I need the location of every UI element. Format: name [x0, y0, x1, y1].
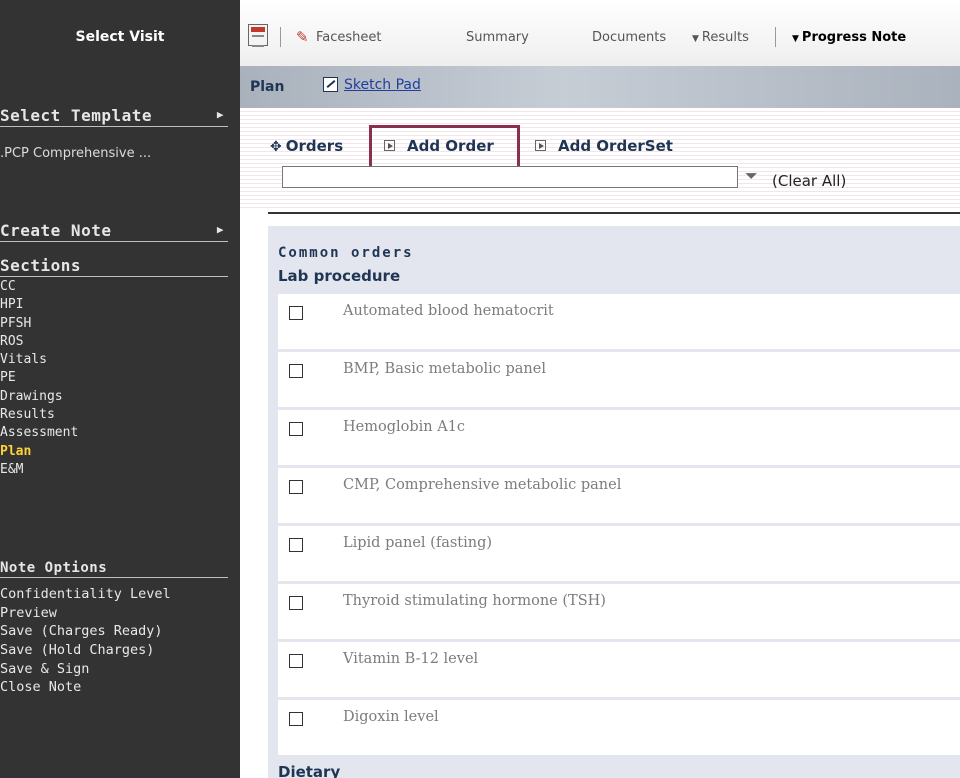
pencil-icon: ✎ [296, 28, 309, 46]
order-row: Hemoglobin A1c [278, 410, 960, 465]
create-note-menu[interactable]: Create Note ▶ [0, 221, 228, 242]
sketch-pad-icon[interactable] [323, 77, 338, 92]
plan-title: Plan [250, 79, 285, 95]
plan-header-bar: Plan Sketch Pad [240, 66, 960, 108]
order-checkbox[interactable] [289, 422, 303, 436]
order-label: Lipid panel (fasting) [343, 535, 493, 551]
order-label: Thyroid stimulating hormone (TSH) [343, 593, 606, 609]
lined-background [240, 108, 960, 208]
dietary-heading: Dietary [278, 763, 341, 778]
select-template-label: Select Template [0, 106, 152, 125]
section-results[interactable]: Results [0, 406, 228, 424]
order-checkbox[interactable] [289, 364, 303, 378]
order-row: Digoxin level [278, 700, 960, 755]
order-row: Lipid panel (fasting) [278, 526, 960, 581]
create-note-label: Create Note [0, 221, 112, 240]
caret-down-icon: ▼ [792, 34, 799, 44]
section-ros[interactable]: ROS [0, 333, 228, 351]
common-orders-panel: Common orders Lab procedure Automated bl… [268, 226, 960, 778]
order-checkbox[interactable] [289, 712, 303, 726]
right-triangle-icon: ▶ [216, 108, 224, 121]
order-label: Hemoglobin A1c [343, 419, 466, 435]
play-box-icon [535, 140, 546, 151]
order-row: Vitamin B-12 level [278, 642, 960, 697]
tab-results-label: Results [701, 30, 749, 45]
select-visit-button[interactable]: Select Visit [0, 29, 240, 45]
section-pe[interactable]: PE [0, 369, 228, 387]
order-label: Vitamin B-12 level [343, 651, 479, 667]
tab-progress-note[interactable]: ▼ Progress Note [792, 30, 906, 45]
section-em[interactable]: E&M [0, 461, 228, 479]
section-vitals[interactable]: Vitals [0, 351, 228, 369]
calendar-document-icon[interactable] [248, 24, 268, 47]
order-checkbox[interactable] [289, 654, 303, 668]
order-checkbox[interactable] [289, 538, 303, 552]
order-list: Automated blood hematocrit BMP, Basic me… [278, 294, 960, 758]
section-plan[interactable]: Plan [0, 443, 228, 461]
add-orderset-button[interactable]: Add OrderSet [535, 137, 673, 155]
tab-facesheet[interactable]: Facesheet [316, 30, 382, 45]
order-row: Automated blood hematocrit [278, 294, 960, 349]
toolbar-divider [775, 27, 776, 47]
add-order-label: Add Order [407, 137, 494, 155]
toolbar-divider [280, 27, 281, 47]
lab-procedure-heading: Lab procedure [278, 267, 401, 285]
order-checkbox[interactable] [289, 596, 303, 610]
orders-toggle[interactable]: ✥ Orders [270, 137, 343, 155]
section-hpi[interactable]: HPI [0, 296, 228, 314]
expand-cross-icon: ✥ [270, 139, 282, 155]
orders-label: Orders [285, 137, 344, 155]
save-hold-charges-link[interactable]: Save (Hold Charges) [0, 641, 228, 660]
template-item[interactable]: .PCP Comprehensive ... [0, 146, 151, 161]
order-row: Thyroid stimulating hormone (TSH) [278, 584, 960, 639]
order-search-input[interactable] [282, 166, 738, 188]
section-drawings[interactable]: Drawings [0, 388, 228, 406]
tab-results[interactable]: ▼ Results [692, 30, 749, 45]
note-options-list: Confidentiality Level Preview Save (Char… [0, 585, 228, 697]
add-orderset-label: Add OrderSet [558, 137, 673, 155]
preview-link[interactable]: Preview [0, 604, 228, 623]
order-row: CMP, Comprehensive metabolic panel [278, 468, 960, 523]
section-assessment[interactable]: Assessment [0, 424, 228, 442]
select-template-menu[interactable]: Select Template ▶ [0, 106, 228, 127]
section-divider [268, 212, 960, 214]
note-options-heading: Note Options [0, 560, 228, 578]
sections-list: CC HPI PFSH ROS Vitals PE Drawings Resul… [0, 278, 228, 479]
common-orders-heading: Common orders [278, 245, 414, 261]
right-triangle-icon: ▶ [216, 223, 224, 236]
play-box-icon [384, 140, 395, 151]
order-label: Digoxin level [343, 709, 439, 725]
sections-heading: Sections [0, 256, 228, 277]
sketch-pad-link[interactable]: Sketch Pad [344, 77, 421, 93]
save-charges-ready-link[interactable]: Save (Charges Ready) [0, 622, 228, 641]
section-pfsh[interactable]: PFSH [0, 315, 228, 333]
add-order-button[interactable]: Add Order [384, 137, 494, 155]
top-toolbar: ✎ Facesheet Summary Documents ▼ Results ▼… [240, 0, 960, 66]
tab-progress-note-label: Progress Note [801, 30, 907, 45]
section-cc[interactable]: CC [0, 278, 228, 296]
order-label: Automated blood hematocrit [343, 303, 554, 319]
caret-down-icon: ▼ [692, 34, 699, 44]
filter-icon[interactable]: ⏷ [745, 166, 758, 186]
tab-documents[interactable]: Documents [592, 30, 666, 45]
order-label: CMP, Comprehensive metabolic panel [343, 477, 622, 493]
order-checkbox[interactable] [289, 306, 303, 320]
order-label: BMP, Basic metabolic panel [343, 361, 546, 377]
order-checkbox[interactable] [289, 480, 303, 494]
tab-summary[interactable]: Summary [466, 30, 529, 45]
save-and-sign-link[interactable]: Save & Sign [0, 660, 228, 679]
order-row: BMP, Basic metabolic panel [278, 352, 960, 407]
clear-all-button[interactable]: (Clear All) [772, 172, 846, 190]
close-note-link[interactable]: Close Note [0, 678, 228, 697]
confidentiality-level-link[interactable]: Confidentiality Level [0, 585, 228, 604]
left-sidebar: Select Visit Select Template ▶ .PCP Comp… [0, 0, 240, 778]
